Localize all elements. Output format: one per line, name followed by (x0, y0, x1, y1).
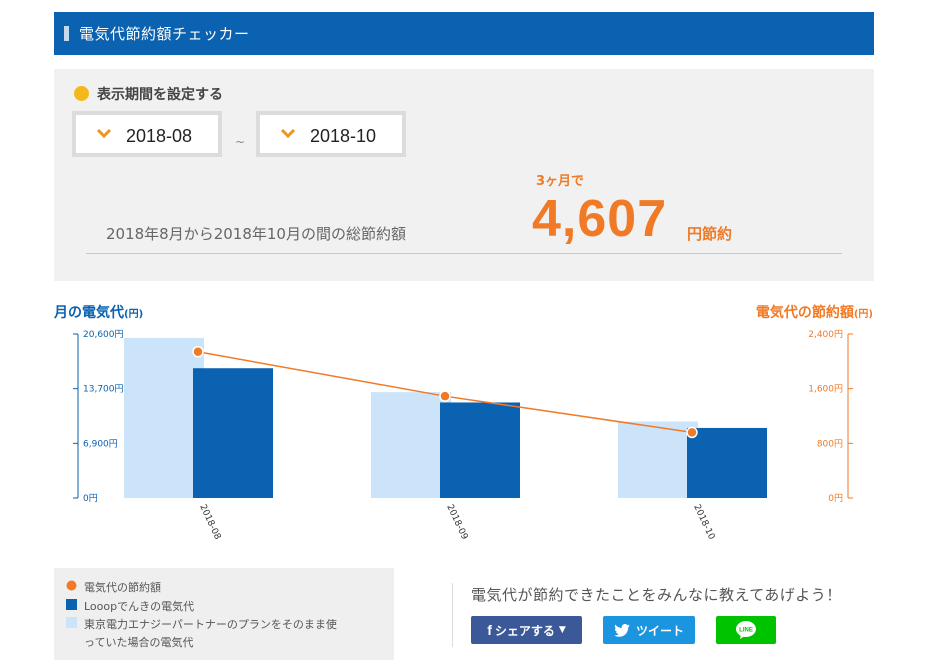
left-axis-title-text: 月の電気代 (54, 305, 124, 321)
right-axis-tick-label: 800円 (817, 438, 843, 449)
legend-tepco-label-line2: っていた場合の電気代 (84, 636, 194, 649)
bullet-dot-icon (74, 86, 89, 101)
period-from-value: 2018-08 (126, 126, 193, 146)
x-axis-tick-label: 2018-10 (691, 503, 716, 542)
savings-point (686, 426, 698, 439)
twitter-icon (614, 623, 630, 637)
left-axis-tick-label: 6,900円 (83, 438, 118, 449)
legend-looop-label: Looopでんきの電気代 (84, 600, 195, 613)
savings-point (192, 346, 204, 358)
page-title: 電気代節約額チェッカー (79, 25, 250, 43)
right-axis-unit: (円) (853, 309, 873, 320)
twitter-tweet-button[interactable]: ツイート (603, 616, 695, 644)
left-axis-tick-label: 0円 (83, 493, 98, 504)
right-axis-title: 電気代の節約額(円) (756, 302, 873, 322)
twitter-tweet-label: ツイート (635, 623, 684, 638)
legend-tepco-label-line1: 東京電力エナジーパートナーのプランをそのまま使 (84, 618, 337, 631)
right-axis-tick-label: 1,600円 (808, 384, 843, 395)
line-icon: LINE (736, 621, 756, 639)
legend-looop-swatch (66, 599, 77, 610)
header-marker (64, 26, 69, 41)
period-to-value: 2018-10 (310, 126, 377, 146)
divider (86, 253, 842, 254)
period-label-text: 表示期間を設定する (97, 87, 223, 103)
legend-tepco-swatch (66, 617, 77, 628)
legend-savings-label: 電気代の節約額 (84, 581, 161, 594)
period-separator: ~ (235, 135, 246, 149)
left-axis-unit: (円) (124, 309, 144, 320)
divider (452, 583, 453, 647)
savings-amount: 4,607 (532, 190, 668, 248)
legend-savings-swatch (66, 580, 77, 591)
period-panel: 表示期間を設定する 2018-08 ~ 2018-10 2018年8月から201… (54, 69, 874, 281)
header-bar: 電気代節約額チェッカー (54, 12, 874, 55)
line-share-button[interactable]: LINE (716, 616, 776, 644)
left-axis-title: 月の電気代(円) (54, 302, 143, 322)
line-icon-label: LINE (739, 628, 753, 634)
savings-description: 2018年8月から2018年10月の間の総節約額 (106, 225, 406, 243)
left-axis-tick-label: 20,600円 (83, 329, 124, 340)
facebook-share-label: シェアする (494, 623, 555, 638)
right-axis-title-text: 電気代の節約額 (755, 305, 854, 321)
caret-down-icon: ▼ (558, 625, 566, 635)
right-axis-tick-label: 0円 (828, 493, 843, 504)
savings-point (439, 390, 451, 402)
facebook-icon: f (487, 622, 492, 638)
savings-unit: 円節約 (687, 225, 733, 243)
right-axis-tick-label: 2,400円 (808, 329, 843, 340)
period-label: 表示期間を設定する (74, 84, 223, 104)
bar (371, 392, 451, 498)
period-to-select[interactable]: 2018-10 (256, 111, 406, 157)
period-from-select[interactable]: 2018-08 (72, 111, 222, 157)
bar (440, 402, 520, 498)
bar (193, 368, 273, 498)
period-count: 3ヶ月で (536, 174, 585, 189)
share-message: 電気代が節約できたことをみんなに教えてあげよう！ (471, 586, 842, 604)
x-axis-tick-label: 2018-09 (444, 503, 469, 542)
x-axis-tick-label: 2018-08 (197, 503, 222, 542)
bar (687, 427, 767, 498)
chevron-down-icon (96, 128, 112, 139)
left-axis-tick-label: 13,700円 (83, 384, 124, 395)
legend: 電気代の節約額 Looopでんきの電気代 東京電力エナジーパートナーのプランをそ… (54, 568, 394, 660)
electricity-chart: 20,600円 13,700円 6,900円 0円 2,400円 1,600円 800円 0円… (73, 329, 853, 542)
chevron-down-icon (280, 128, 296, 139)
facebook-share-button[interactable]: f シェアする ▼ (471, 616, 582, 644)
bar (124, 337, 204, 498)
bar (618, 421, 698, 498)
